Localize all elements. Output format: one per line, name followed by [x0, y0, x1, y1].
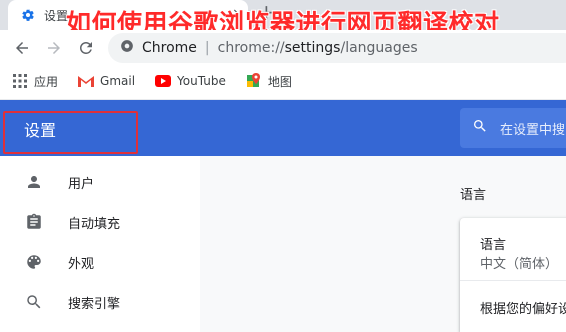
back-arrow-icon[interactable]	[10, 36, 34, 60]
sidebar-item-label: 搜索引擎	[68, 296, 121, 312]
youtube-icon	[155, 73, 172, 89]
reload-icon[interactable]	[74, 36, 98, 60]
chrome-icon	[120, 39, 134, 57]
section-title: 语言	[460, 188, 487, 203]
search-placeholder: 在设置中搜	[500, 122, 566, 138]
sidebar-item-autofill[interactable]: 自动填充	[0, 202, 200, 242]
sidebar-item-users[interactable]: 用户	[0, 162, 200, 202]
bookmark-youtube[interactable]: YouTube	[155, 73, 226, 89]
clipboard-icon	[24, 212, 44, 232]
sidebar-item-appearance[interactable]: 外观	[0, 242, 200, 282]
bookmark-apps[interactable]: 应用	[12, 73, 58, 90]
browser-toolbar: Chrome | chrome://settings/languages	[0, 30, 566, 66]
person-icon	[24, 172, 44, 192]
card-subtitle[interactable]: 中文（简体）	[480, 253, 558, 272]
annotation-highlight	[3, 111, 138, 154]
forward-arrow-icon[interactable]	[42, 36, 66, 60]
languages-card: 语言 中文（简体） 根据您的偏好设	[460, 218, 566, 332]
apps-grid-icon	[12, 73, 28, 89]
search-icon	[24, 292, 44, 312]
site-label: Chrome	[142, 40, 197, 56]
bookmark-gmail[interactable]: Gmail	[78, 73, 135, 89]
address-bar[interactable]: Chrome | chrome://settings/languages	[108, 33, 566, 63]
gmail-icon	[78, 73, 95, 89]
address-separator: |	[204, 40, 210, 56]
settings-main: 语言 语言 中文（简体） 根据您的偏好设	[200, 156, 566, 332]
search-icon	[472, 118, 488, 138]
bookmark-label: YouTube	[177, 74, 226, 88]
maps-icon	[246, 73, 262, 89]
card-heading: 语言	[480, 238, 507, 253]
settings-sidebar: 用户 自动填充 外观 搜索引擎	[0, 156, 200, 332]
sidebar-item-search-engine[interactable]: 搜索引擎	[0, 282, 200, 322]
palette-icon	[24, 252, 44, 272]
sidebar-item-label: 外观	[68, 256, 95, 272]
bookmark-maps[interactable]: 地图	[246, 73, 292, 90]
bookmark-label: 应用	[34, 74, 59, 89]
gear-icon	[20, 7, 36, 23]
sidebar-item-label: 用户	[68, 176, 95, 192]
card-text: 根据您的偏好设	[480, 302, 566, 317]
bookmark-label: 地图	[267, 74, 292, 89]
settings-search-input[interactable]: 在设置中搜	[460, 108, 566, 148]
sidebar-item-label: 自动填充	[68, 216, 121, 232]
bookmark-label: Gmail	[100, 74, 136, 88]
divider	[460, 280, 566, 281]
url-text: chrome://settings/languages	[217, 40, 418, 56]
bookmarks-bar: 应用 Gmail YouTube 地图	[0, 66, 566, 96]
tab-title: 设置	[44, 8, 69, 23]
